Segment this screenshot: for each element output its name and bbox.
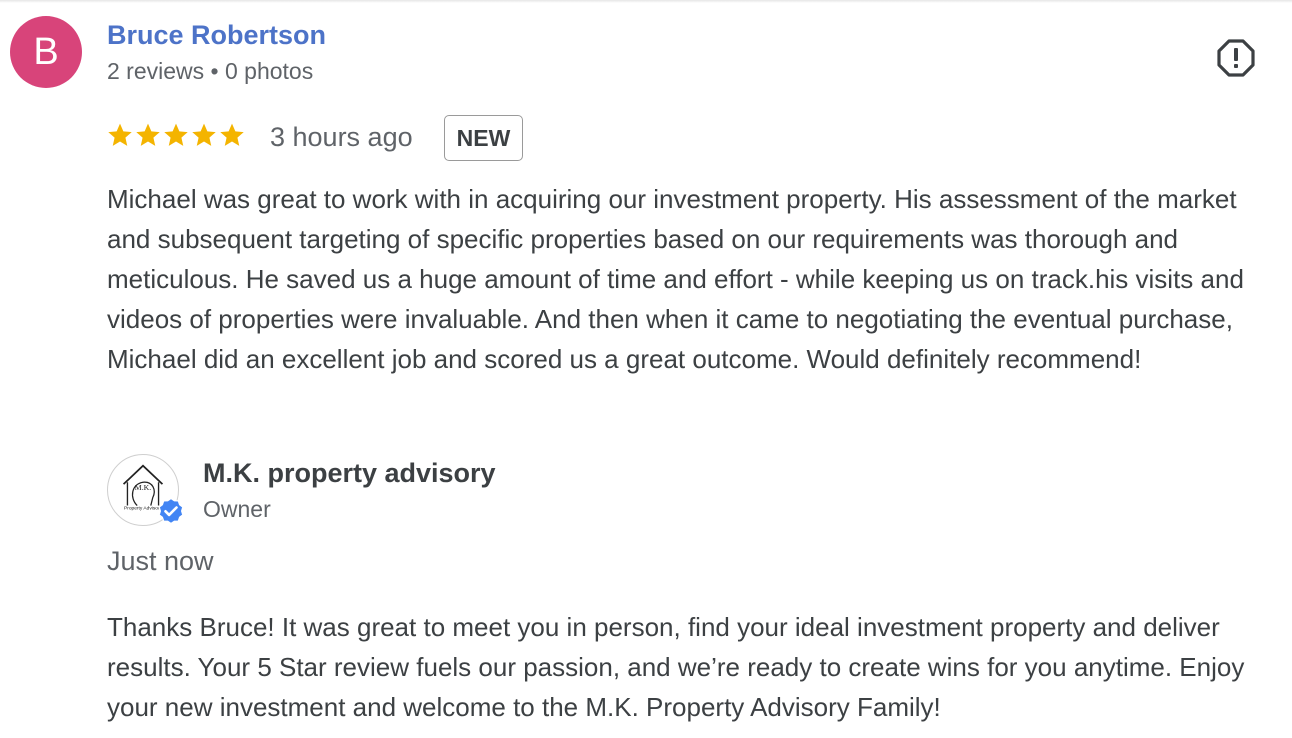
owner-role: Owner bbox=[203, 496, 271, 522]
owner-name[interactable]: M.K. property advisory bbox=[203, 458, 496, 489]
logo-text: M.K. bbox=[135, 483, 151, 492]
top-divider bbox=[0, 0, 1292, 3]
avatar-letter: B bbox=[33, 30, 59, 73]
star-rating bbox=[107, 122, 245, 148]
star-icon bbox=[220, 123, 244, 146]
star-icon bbox=[136, 123, 160, 146]
report-flag-icon[interactable] bbox=[1216, 38, 1256, 78]
reply-text: Thanks Bruce! It was great to meet you i… bbox=[107, 612, 1245, 722]
reviewer-name-link[interactable]: Bruce Robertson bbox=[107, 20, 326, 51]
reply-time: Just now bbox=[107, 546, 214, 576]
star-icon bbox=[108, 123, 132, 146]
verified-check-icon bbox=[158, 497, 184, 525]
reviewer-meta: 2 reviews • 0 photos bbox=[107, 58, 314, 84]
new-badge: NEW bbox=[444, 115, 523, 161]
review-text: Michael was great to work with in acquir… bbox=[107, 184, 1244, 374]
star-icon bbox=[164, 123, 188, 146]
review-time: 3 hours ago bbox=[270, 122, 413, 152]
reviewer-avatar[interactable]: B bbox=[10, 16, 82, 88]
star-icon bbox=[192, 123, 216, 146]
